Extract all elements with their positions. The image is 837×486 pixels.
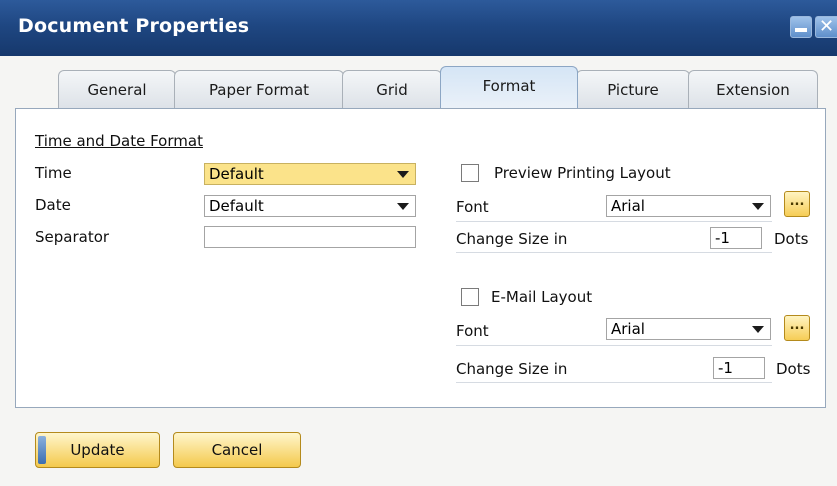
email-font-value: Arial [611, 320, 645, 338]
chevron-down-icon [397, 203, 409, 210]
time-date-format-heading: Time and Date Format [35, 132, 203, 150]
document-properties-window: Document Properties ✕ General Paper Form… [0, 0, 837, 486]
divider [456, 382, 772, 383]
preview-printing-layout-checkbox[interactable] [461, 164, 479, 182]
tab-general-label: General [87, 81, 147, 99]
separator-input[interactable] [204, 226, 416, 248]
time-label: Time [35, 164, 72, 182]
ellipsis-icon: ... [789, 194, 805, 209]
date-dropdown[interactable]: Default [204, 195, 416, 217]
tab-grid[interactable]: Grid [342, 70, 442, 108]
email-size-unit: Dots [776, 360, 811, 378]
title-bar: Document Properties ✕ [0, 0, 837, 56]
email-layout-checkbox[interactable] [461, 288, 479, 306]
preview-change-size-label: Change Size in [456, 230, 568, 248]
email-layout-label: E-Mail Layout [491, 288, 593, 306]
divider [456, 221, 772, 222]
email-font-dropdown[interactable]: Arial [606, 318, 771, 340]
update-button[interactable]: Update [35, 432, 160, 468]
email-font-label: Font [456, 322, 489, 340]
email-size-input[interactable]: -1 [713, 357, 765, 379]
ellipsis-icon: ... [789, 318, 805, 333]
tab-format-label: Format [482, 77, 536, 95]
tab-paper-format[interactable]: Paper Format [174, 70, 344, 108]
time-dropdown[interactable]: Default [204, 163, 416, 185]
preview-printing-layout-label: Preview Printing Layout [494, 164, 671, 182]
preview-font-label: Font [456, 198, 489, 216]
tab-extension-label: Extension [716, 81, 790, 99]
date-label: Date [35, 196, 71, 214]
chevron-down-icon [752, 203, 764, 210]
close-button[interactable]: ✕ [815, 16, 837, 38]
tab-extension[interactable]: Extension [688, 70, 818, 108]
close-icon: ✕ [819, 16, 835, 37]
tab-paper-format-label: Paper Format [208, 81, 310, 99]
preview-font-value: Arial [611, 197, 645, 215]
date-value: Default [209, 197, 264, 215]
window-title: Document Properties [18, 15, 250, 37]
email-size-value: -1 [718, 359, 733, 377]
cancel-button[interactable]: Cancel [173, 432, 301, 468]
tab-format[interactable]: Format [440, 66, 578, 108]
preview-font-browse-button[interactable]: ... [784, 191, 810, 217]
update-button-label: Update [70, 441, 125, 459]
tab-grid-label: Grid [376, 81, 408, 99]
divider [456, 345, 772, 346]
preview-size-value: -1 [715, 229, 730, 247]
format-tab-panel: Time and Date Format Time Default Date D… [15, 108, 826, 408]
preview-size-input[interactable]: -1 [710, 227, 762, 249]
cancel-button-label: Cancel [211, 441, 263, 459]
chevron-down-icon [397, 171, 409, 178]
email-change-size-label: Change Size in [456, 360, 568, 378]
minimize-button[interactable] [790, 16, 812, 38]
minimize-icon [795, 28, 807, 32]
chevron-down-icon [752, 326, 764, 333]
tab-picture[interactable]: Picture [576, 70, 690, 108]
tab-general[interactable]: General [58, 70, 176, 108]
email-font-browse-button[interactable]: ... [784, 315, 810, 341]
tab-strip: General Paper Format Grid Format Picture… [50, 62, 830, 108]
preview-font-dropdown[interactable]: Arial [606, 195, 771, 217]
tab-picture-label: Picture [607, 81, 659, 99]
separator-label: Separator [35, 228, 110, 246]
time-value: Default [209, 165, 264, 183]
divider [456, 252, 772, 253]
preview-size-unit: Dots [774, 230, 809, 248]
